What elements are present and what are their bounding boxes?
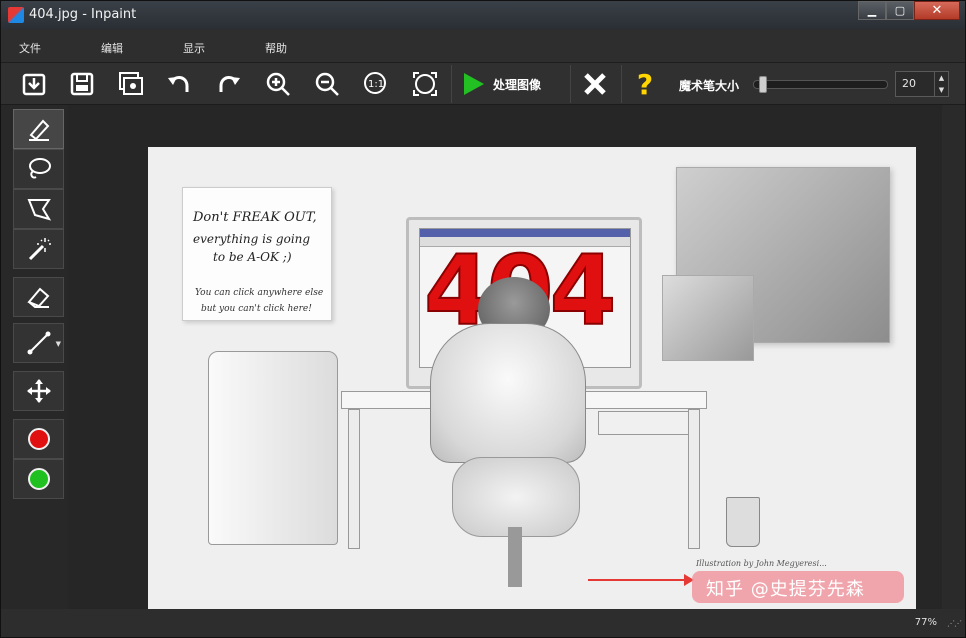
sticky-note: Don't FREAK OUT, everything is going to … — [182, 187, 332, 321]
play-icon — [464, 73, 484, 95]
red-marker-button[interactable] — [13, 419, 64, 459]
line-tool-button[interactable]: ▼ — [13, 323, 64, 363]
line-tool-dropdown-icon[interactable]: ▼ — [56, 340, 61, 348]
brush-size-slider[interactable] — [753, 76, 888, 93]
toolbar-separator — [570, 65, 571, 103]
undo-icon — [168, 76, 189, 92]
magic-wand-tool-button[interactable] — [13, 229, 64, 269]
preview-button[interactable] — [113, 67, 149, 101]
save-button[interactable] — [64, 67, 100, 101]
chair-stem — [508, 527, 522, 587]
status-bar: 77% ⋰⋰ — [1, 609, 965, 637]
green-marker-button[interactable] — [13, 459, 64, 499]
move-icon — [26, 379, 51, 403]
window-controls: ▁ ▢ ✕ — [858, 1, 960, 20]
fit-window-button[interactable] — [407, 67, 443, 101]
polygon-lasso-icon — [27, 199, 51, 221]
spin-arrows[interactable]: ▲ ▼ — [934, 72, 948, 96]
note-line4: You can click anywhere else — [195, 288, 324, 298]
resize-grip[interactable]: ⋰⋰ — [947, 619, 962, 628]
image-canvas[interactable]: Don't FREAK OUT, everything is going to … — [148, 147, 916, 609]
help-button[interactable]: ? — [627, 67, 663, 101]
zoom-out-icon — [315, 72, 339, 96]
zoom-level: 77% — [914, 617, 937, 628]
preview-icon — [119, 72, 143, 95]
desk-drawer — [598, 411, 692, 435]
actual-size-button[interactable]: 1:1 — [358, 67, 394, 101]
right-edge — [942, 105, 965, 609]
undo-button[interactable] — [161, 67, 197, 101]
zoom-out-button[interactable] — [309, 67, 345, 101]
menu-bar: 文件 编辑 显示 帮助 — [1, 29, 965, 63]
lasso-icon — [28, 158, 51, 179]
menu-file[interactable]: 文件 — [19, 40, 41, 56]
open-button[interactable] — [16, 67, 52, 101]
process-image-label: 处理图像 — [493, 77, 542, 92]
title-bar: 404.jpg - Inpaint ▁ ▢ ✕ — [1, 1, 965, 29]
brush-size-slider-thumb[interactable] — [758, 76, 767, 93]
desk-leg — [348, 409, 360, 549]
trash-bin — [726, 497, 760, 547]
menu-view[interactable]: 显示 — [183, 40, 205, 56]
toolbar-separator — [451, 65, 452, 103]
process-image-button[interactable]: 处理图像 — [459, 67, 541, 101]
toolbar-separator — [621, 65, 622, 103]
redo-button[interactable] — [211, 67, 247, 101]
note-line2: everything is going — [193, 232, 311, 246]
brush-size-label: 魔术笔大小 — [679, 79, 740, 93]
maximize-button[interactable]: ▢ — [886, 1, 914, 20]
open-icon — [22, 73, 46, 96]
move-tool-button[interactable] — [13, 371, 64, 411]
cancel-button[interactable] — [577, 67, 613, 101]
poster-small — [662, 275, 754, 361]
fridge — [208, 351, 338, 545]
chair — [452, 457, 580, 537]
menu-help[interactable]: 帮助 — [265, 40, 287, 56]
close-button[interactable]: ✕ — [914, 1, 960, 20]
toolbar: 1:1 处理图像 ? 魔术笔大小 20 ▲ ▼ — [1, 63, 965, 105]
brush-size-value[interactable]: 20 — [902, 77, 916, 90]
zoom-in-button[interactable] — [260, 67, 296, 101]
watermark-text: 知乎 @史提芬先森 — [706, 579, 865, 600]
note-line5: but you can't click here! — [201, 304, 312, 314]
close-x-icon — [584, 73, 606, 95]
red-arrow-line — [588, 579, 688, 581]
app-window: 404.jpg - Inpaint ▁ ▢ ✕ 文件 编辑 显示 帮助 1:1 … — [0, 0, 966, 638]
red-color-swatch — [27, 428, 50, 450]
lasso-tool-button[interactable] — [13, 149, 64, 189]
magic-wand-icon — [28, 238, 51, 261]
app-icon — [8, 7, 24, 23]
person-body — [430, 323, 586, 463]
brush-size-spinbox[interactable]: 20 ▲ ▼ — [895, 71, 949, 97]
save-icon — [70, 72, 94, 96]
line-icon — [27, 331, 50, 355]
redo-icon — [219, 76, 240, 92]
menu-edit[interactable]: 编辑 — [101, 40, 123, 56]
zoom-in-icon — [266, 72, 290, 96]
note-line3: to be A-OK ;) — [213, 250, 292, 264]
fit-window-icon — [413, 72, 437, 96]
green-color-swatch — [27, 468, 50, 490]
polygon-lasso-tool-button[interactable] — [13, 189, 64, 229]
illustration-credit: Illustration by John Megyeresi... — [696, 559, 827, 568]
note-line1: Don't FREAK OUT, — [193, 210, 317, 225]
marker-tool-button[interactable] — [13, 109, 64, 149]
desk-leg — [688, 409, 700, 549]
actual-size-icon: 1:1 — [364, 72, 386, 94]
minimize-button[interactable]: ▁ — [858, 1, 886, 20]
svg-text:1:1: 1:1 — [368, 79, 384, 90]
window-title: 404.jpg - Inpaint — [29, 7, 137, 22]
help-icon: ? — [636, 67, 654, 101]
eraser-tool-button[interactable] — [13, 277, 64, 317]
marker-icon — [28, 119, 49, 141]
eraser-icon — [26, 287, 49, 308]
tool-panel: ▼ — [1, 105, 68, 627]
